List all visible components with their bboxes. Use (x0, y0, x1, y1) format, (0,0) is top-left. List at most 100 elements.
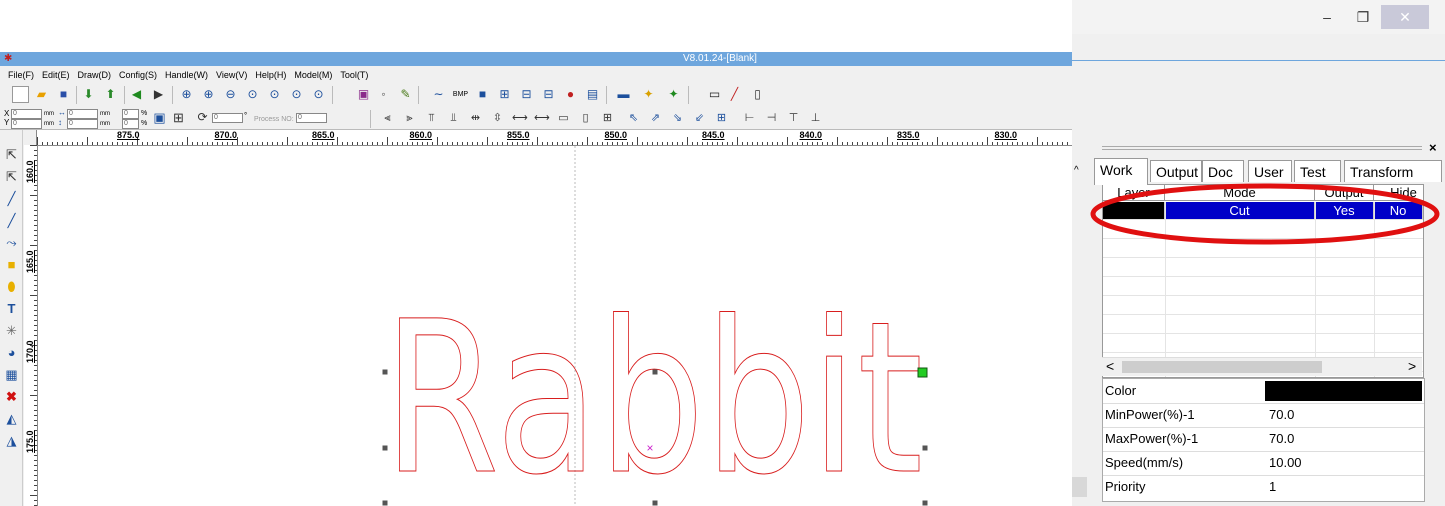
arrange-br-icon[interactable]: ⇘ (670, 111, 685, 126)
property-row-maxpower[interactable]: MaxPower(%)-1 70.0 (1103, 427, 1424, 452)
arrange-tl-icon[interactable]: ⇖ (626, 111, 641, 126)
align-top-icon[interactable]: ⫪ (424, 111, 439, 126)
smooth-curve-icon[interactable]: ∼ (430, 86, 447, 103)
tab-work[interactable]: Work (1094, 158, 1148, 185)
resize-handle[interactable] (382, 369, 388, 375)
ruler-icon[interactable]: ▯ (749, 86, 766, 103)
scroll-thumb-horizontal[interactable] (1122, 361, 1322, 373)
process-no-input[interactable]: 0 (296, 113, 327, 123)
pan-icon[interactable]: ⊙ (310, 86, 327, 103)
panel-icon[interactable]: ▤ (584, 86, 601, 103)
property-value[interactable]: 70.0 (1269, 431, 1294, 446)
arrange-center-icon[interactable]: ⊞ (714, 111, 729, 126)
property-row-speed[interactable]: Speed(mm/s) 10.00 (1103, 451, 1424, 476)
rotate-input[interactable]: 0 (212, 113, 243, 123)
arrange-bl-icon[interactable]: ⇙ (692, 111, 707, 126)
rabbit-outline-text[interactable]: Rabbit (383, 276, 924, 506)
property-value[interactable]: 1 (1269, 479, 1276, 494)
menu-config[interactable]: Config(S) (115, 70, 161, 80)
curve-edit-icon[interactable]: ✎ (397, 86, 414, 103)
menu-draw[interactable]: Draw(D) (74, 70, 116, 80)
property-row-color[interactable]: Color (1103, 379, 1424, 404)
node-select-icon[interactable]: ⇱ (3, 168, 20, 185)
mirror-icon[interactable]: ⊞ (170, 109, 187, 126)
align-vcenter-icon[interactable]: ⇳ (490, 111, 505, 126)
polyline-tool-icon[interactable]: ╱ (3, 212, 20, 229)
x-position-input[interactable]: 0 (11, 109, 42, 119)
menu-view[interactable]: View(V) (212, 70, 251, 80)
resize-handle[interactable] (922, 500, 928, 506)
zoom-in-area-icon[interactable]: ⊕ (200, 86, 217, 103)
edge-right-icon[interactable]: ⊣ (764, 111, 779, 126)
same-width-icon[interactable]: ⟷ (512, 111, 528, 126)
distribute-icon[interactable]: ⊟ (540, 86, 557, 103)
menu-help[interactable]: Help(H) (251, 70, 290, 80)
property-row-priority[interactable]: Priority 1 (1103, 475, 1424, 499)
image-tool-icon[interactable]: ◕ (3, 344, 20, 361)
import-icon[interactable]: ⬇ (80, 86, 97, 103)
menu-tool[interactable]: Tool(T) (336, 70, 372, 80)
mirror-vertical-icon[interactable]: ◮ (3, 432, 20, 449)
align-icon[interactable]: ⊟ (518, 86, 535, 103)
arrange-tr-icon[interactable]: ⇗ (648, 111, 663, 126)
edge-top-icon[interactable]: ⊤ (786, 111, 801, 126)
resize-handle[interactable] (652, 369, 658, 375)
camera-icon[interactable]: ▭ (706, 86, 723, 103)
scale-y-input[interactable]: 0 (122, 119, 139, 129)
zoom-out-icon[interactable]: ⊖ (222, 86, 239, 103)
combine-icon[interactable]: ⊞ (496, 86, 513, 103)
panel-close-icon[interactable]: × (1429, 140, 1437, 155)
line-tool-icon[interactable]: ╱ (3, 190, 20, 207)
align-right-icon[interactable]: ⫸ (402, 111, 417, 126)
property-row-minpower[interactable]: MinPower(%)-1 70.0 (1103, 403, 1424, 428)
tab-doc[interactable]: Doc (1202, 160, 1244, 182)
resize-handle[interactable] (382, 445, 388, 451)
resize-handle[interactable] (652, 500, 658, 506)
same-size-2-icon[interactable]: ▯ (578, 111, 593, 126)
menu-handle[interactable]: Handle(W) (161, 70, 212, 80)
align-left-icon[interactable]: ⫷ (380, 111, 395, 126)
resize-handle[interactable] (922, 445, 928, 451)
array-icon[interactable]: ■ (474, 86, 491, 103)
property-value[interactable]: 10.00 (1269, 455, 1302, 470)
zoom-selection-icon[interactable]: ⊙ (288, 86, 305, 103)
ellipse-tool-icon[interactable]: ⬮ (3, 278, 20, 295)
pen-icon[interactable]: ╱ (726, 86, 743, 103)
same-size-icon[interactable]: ▭ (556, 111, 571, 126)
tab-transform[interactable]: Transform (1344, 160, 1442, 182)
mirror-horizontal-icon[interactable]: ◭ (3, 410, 20, 427)
align-bottom-icon[interactable]: ⫫ (446, 111, 461, 126)
menu-edit[interactable]: Edit(E) (38, 70, 74, 80)
zoom-data-icon[interactable]: ⊙ (266, 86, 283, 103)
undo-icon[interactable]: ◀ (128, 86, 145, 103)
tab-user[interactable]: User (1248, 160, 1292, 182)
lock-ratio-icon[interactable]: ▣ (151, 109, 168, 126)
scroll-thumb[interactable] (1072, 477, 1087, 497)
color-layer-2-icon[interactable]: ✦ (665, 86, 682, 103)
same-height-icon[interactable]: ⟷ (534, 111, 550, 126)
rectangle-tool-icon[interactable]: ■ (3, 256, 20, 273)
restore-button[interactable]: ❐ (1345, 0, 1381, 34)
width-input[interactable]: 0 (67, 109, 98, 119)
scale-x-input[interactable]: 0 (122, 109, 139, 119)
drawing-canvas[interactable]: Rabbit × (38, 146, 1072, 506)
minimize-button[interactable]: – (1309, 0, 1345, 34)
rotate-handle[interactable] (917, 367, 928, 378)
edge-left-icon[interactable]: ⊢ (742, 111, 757, 126)
align-hcenter-icon[interactable]: ⇹ (468, 111, 483, 126)
export-icon[interactable]: ⬆ (102, 86, 119, 103)
menu-model[interactable]: Model(M) (290, 70, 336, 80)
select-rect-icon[interactable]: ▣ (355, 86, 372, 103)
color-swatch[interactable] (1265, 381, 1422, 401)
scroll-left-icon[interactable]: < (1106, 358, 1114, 374)
node-edit-icon[interactable]: ◦ (375, 86, 392, 103)
curve-tool-icon[interactable]: ⤳ (3, 234, 20, 251)
point-tool-icon[interactable]: ✳ (3, 322, 20, 339)
tab-test[interactable]: Test (1294, 160, 1341, 182)
monitor-icon[interactable]: ▬ (615, 86, 632, 103)
scroll-up-icon[interactable]: ^ (1074, 165, 1079, 176)
grid-tool-icon[interactable]: ▦ (3, 366, 20, 383)
zoom-page-icon[interactable]: ⊙ (244, 86, 261, 103)
zoom-in-icon[interactable]: ⊕ (178, 86, 195, 103)
open-folder-icon[interactable]: ▰ (33, 86, 50, 103)
